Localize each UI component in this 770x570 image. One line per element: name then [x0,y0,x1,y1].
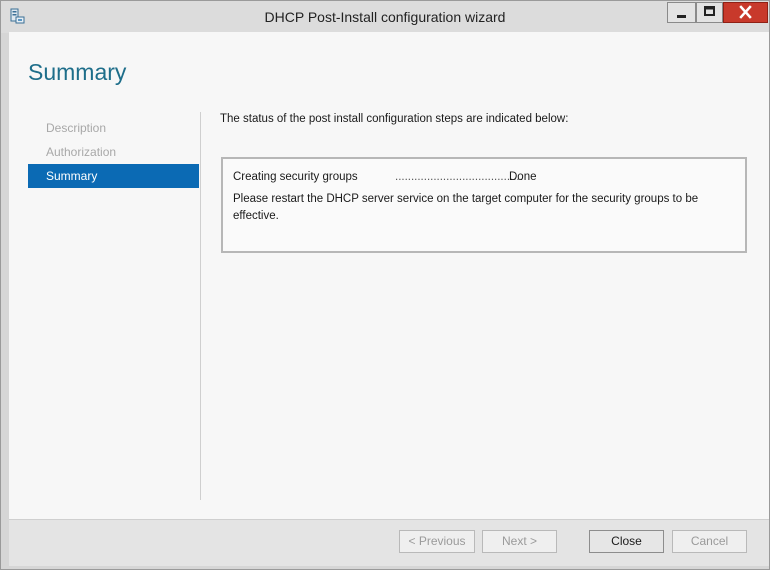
previous-button[interactable]: < Previous [399,530,475,553]
wizard-steps-nav: Description Authorization Summary [28,116,199,188]
maximize-button[interactable] [696,2,723,23]
nav-item-authorization[interactable]: Authorization [28,140,199,164]
nav-item-description[interactable]: Description [28,116,199,140]
restart-message: Please restart the DHCP server service o… [233,193,699,222]
maximize-icon [704,6,715,16]
close-window-button[interactable] [723,2,768,23]
button-bar: < Previous Next > Close Cancel [9,519,769,566]
close-button[interactable]: Close [589,530,664,553]
step-name: Creating security groups [233,171,358,183]
wizard-content: Summary Description Authorization Summar… [9,32,769,519]
minimize-button[interactable] [667,2,696,23]
nav-item-summary[interactable]: Summary [28,164,199,188]
wizard-window: DHCP Post-Install configuration wizard S… [0,0,770,570]
status-intro-text: The status of the post install configura… [220,113,569,125]
close-icon [739,5,752,19]
nav-divider [200,112,201,500]
cancel-button[interactable]: Cancel [672,530,747,553]
status-panel: Creating security groups................… [221,157,747,253]
title-bar[interactable]: DHCP Post-Install configuration wizard [1,1,769,33]
next-button[interactable]: Next > [482,530,557,553]
window-title: DHCP Post-Install configuration wizard [264,9,506,25]
step-dots: ........................................ [395,171,523,183]
step-status: Done [509,171,537,183]
page-title: Summary [28,59,127,85]
step-row: Creating security groups................… [233,171,537,183]
minimize-icon [677,15,686,18]
